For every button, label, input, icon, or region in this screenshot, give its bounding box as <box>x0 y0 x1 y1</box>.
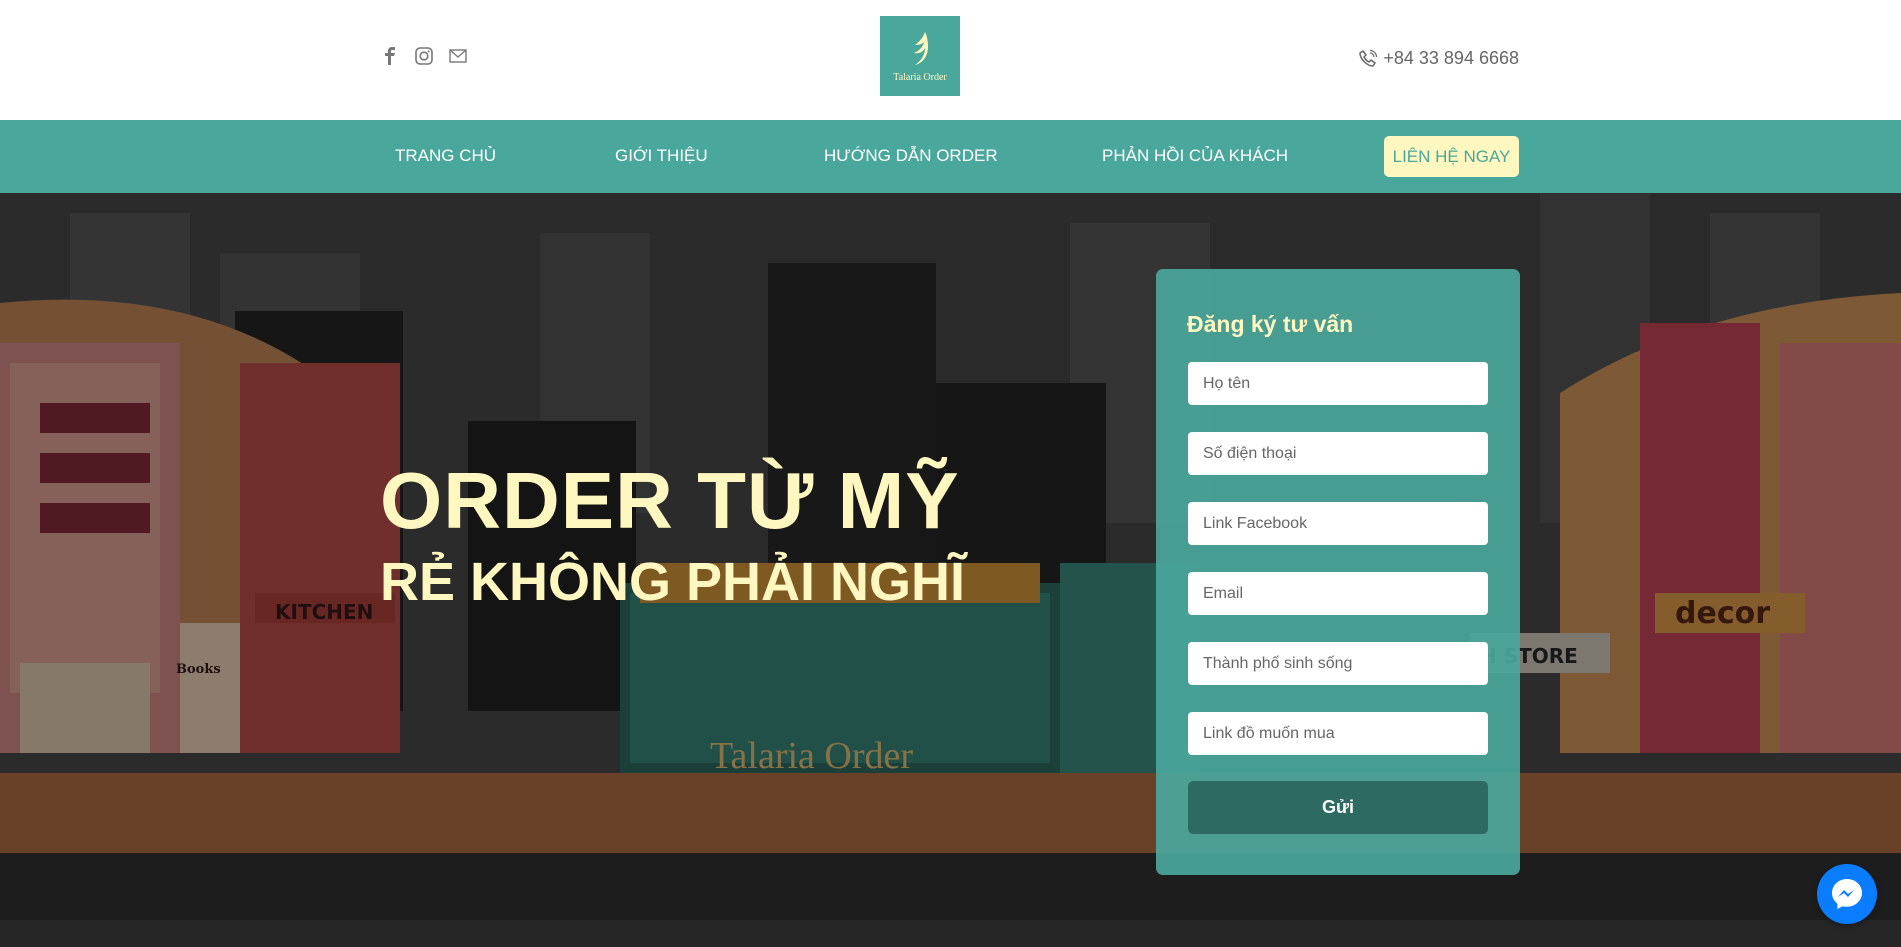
nav-item-about[interactable]: GIỚI THIỆU <box>615 146 708 166</box>
product-link-field[interactable] <box>1188 712 1488 755</box>
city-field[interactable] <box>1188 642 1488 685</box>
hero-subheadline: RẺ KHÔNG PHẢI NGHĨ <box>380 552 966 612</box>
mail-icon[interactable] <box>448 46 468 66</box>
nav-item-home[interactable]: TRANG CHỦ <box>395 146 496 166</box>
submit-button[interactable]: Gửi <box>1188 781 1488 834</box>
nav-item-order-guide[interactable]: HƯỚNG DẪN ORDER <box>824 146 998 166</box>
facebook-icon[interactable] <box>380 46 400 66</box>
instagram-icon[interactable] <box>414 46 434 66</box>
main-nav: TRANG CHỦ GIỚI THIỆU HƯỚNG DẪN ORDER PHẢ… <box>0 120 1901 193</box>
phone-icon <box>1359 49 1378 67</box>
messenger-icon <box>1832 879 1862 909</box>
facebook-link-field[interactable] <box>1188 502 1488 545</box>
bottom-strip <box>0 920 1901 947</box>
email-field[interactable] <box>1188 572 1488 615</box>
phone-field[interactable] <box>1188 432 1488 475</box>
hero-section: KITCHEN Books Talaria Order decor H STOR… <box>0 193 1901 947</box>
hero-headline: ORDER TỪ MỸ <box>380 456 960 545</box>
contact-now-button[interactable]: LIÊN HỆ NGAY <box>1384 136 1519 177</box>
name-field[interactable] <box>1188 362 1488 405</box>
consultation-form: Đăng ký tư vấn Gửi <box>1156 269 1520 875</box>
phone-number: +84 33 894 6668 <box>1383 48 1519 68</box>
site-logo[interactable]: Talaria Order <box>880 16 960 96</box>
wing-logo-icon <box>914 31 928 65</box>
phone-contact[interactable]: +84 33 894 6668 <box>1359 48 1519 69</box>
nav-item-feedback[interactable]: PHẢN HỒI CỦA KHÁCH <box>1102 146 1288 166</box>
form-title: Đăng ký tư vấn <box>1187 311 1354 337</box>
messenger-chat-button[interactable] <box>1817 864 1877 924</box>
top-header: Talaria Order +84 33 894 6668 <box>0 0 1901 120</box>
social-links <box>380 46 468 66</box>
logo-text: Talaria Order <box>893 71 947 83</box>
